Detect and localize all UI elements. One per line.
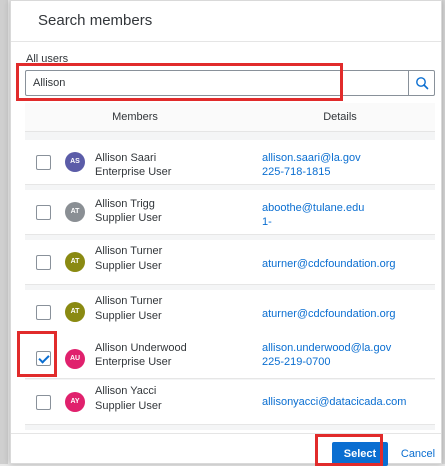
member-email-link[interactable]: aturner@cdcfoundation.org — [262, 308, 395, 320]
avatar: AT — [65, 202, 85, 222]
avatar: AY — [65, 392, 85, 412]
cancel-button[interactable]: Cancel — [394, 442, 442, 466]
avatar: AT — [65, 252, 85, 272]
member-checkbox[interactable] — [36, 205, 51, 220]
member-phone-link[interactable]: 1- — [262, 216, 272, 228]
partial-list-item — [25, 132, 435, 139]
member-email-link[interactable]: aturner@cdcfoundation.org — [262, 258, 395, 270]
member-name: Allison Underwood — [95, 342, 187, 354]
member-row[interactable]: AU Allison Underwood Enterprise User all… — [25, 334, 435, 379]
search-button[interactable] — [408, 71, 434, 95]
member-row[interactable]: AS Allison Saari Enterprise User allison… — [25, 140, 435, 185]
member-type: Supplier User — [95, 260, 162, 272]
member-phone-link[interactable]: 225-219-0700 — [262, 356, 331, 368]
dialog-title: Search members — [38, 12, 153, 29]
member-type: Supplier User — [95, 400, 162, 412]
select-highlight-box — [315, 434, 383, 466]
member-name: Allison Turner — [95, 245, 163, 257]
member-row[interactable]: AT Allison Trigg Supplier User aboothe@t… — [25, 190, 435, 235]
member-row[interactable]: AY Allison Yacci Supplier User allisonya… — [25, 380, 435, 425]
member-checkbox[interactable] — [36, 305, 51, 320]
member-email-link[interactable]: allison.underwood@la.gov — [262, 342, 391, 354]
member-row[interactable]: AT Allison Turner Supplier User aturner@… — [25, 240, 435, 285]
avatar: AU — [65, 349, 85, 369]
member-name: Allison Trigg — [95, 198, 155, 210]
avatar: AT — [65, 302, 85, 322]
search-highlight-box — [16, 63, 343, 101]
member-checkbox[interactable] — [36, 255, 51, 270]
avatar: AS — [65, 152, 85, 172]
member-type: Supplier User — [95, 310, 162, 322]
member-email-link[interactable]: allison.saari@la.gov — [262, 152, 361, 164]
member-type: Supplier User — [95, 212, 162, 224]
search-icon — [415, 77, 428, 90]
member-type: Enterprise User — [95, 166, 172, 178]
column-header-members[interactable]: Members — [25, 103, 245, 131]
members-list[interactable]: Members Details AS Allison Saari Enterpr… — [25, 103, 435, 430]
member-checkbox[interactable] — [36, 395, 51, 410]
page-backdrop-left — [0, 0, 8, 464]
member-name: Allison Saari — [95, 152, 157, 164]
checkbox-highlight-box — [17, 331, 57, 377]
member-row[interactable]: AT Allison Turner Supplier User aturner@… — [25, 290, 435, 335]
member-email-link[interactable]: allisonyacci@datacicada.com — [262, 396, 406, 408]
column-header-details[interactable]: Details — [245, 103, 435, 131]
member-phone-link[interactable]: 225-718-1815 — [262, 166, 331, 178]
member-name: Allison Turner — [95, 295, 163, 307]
member-type: Enterprise User — [95, 356, 172, 368]
member-name: Allison Yacci — [95, 385, 157, 397]
dialog-header: Search members — [11, 1, 441, 42]
member-checkbox[interactable] — [36, 155, 51, 170]
member-email-link[interactable]: aboothe@tulane.edu — [262, 202, 364, 214]
